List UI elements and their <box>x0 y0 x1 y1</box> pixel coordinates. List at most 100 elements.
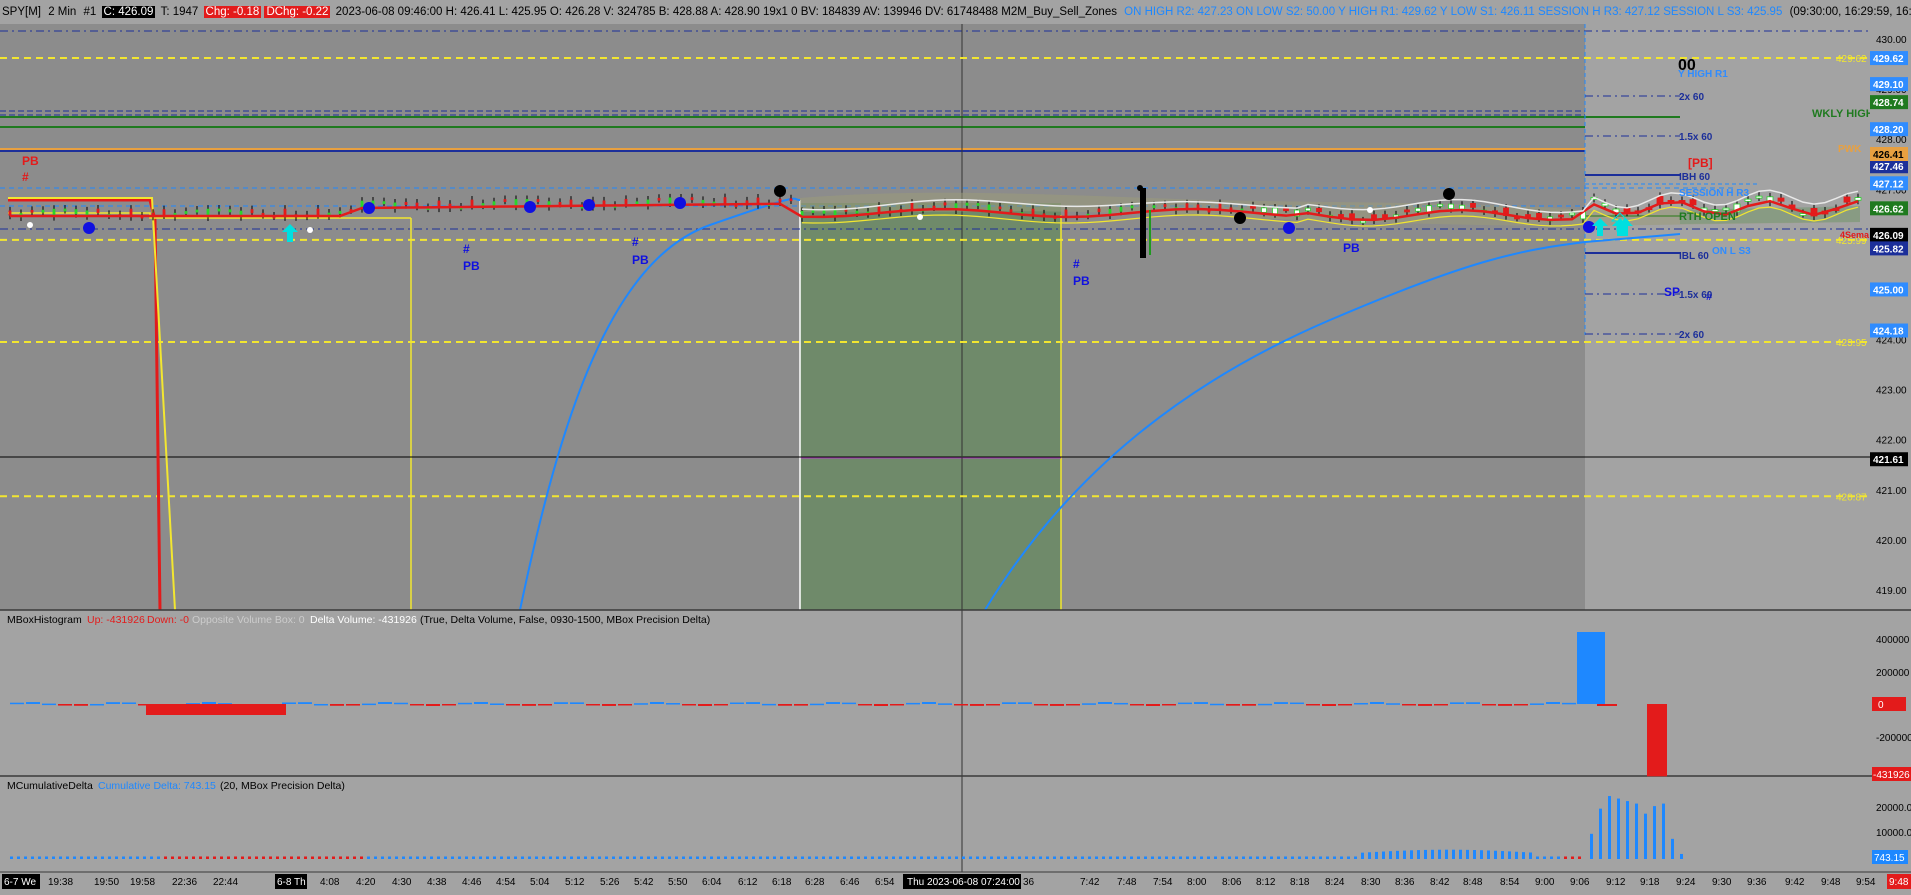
hist-bar <box>1178 702 1192 705</box>
hist-bar <box>10 702 24 705</box>
hist-bar <box>538 704 552 706</box>
cd-bar <box>143 856 146 859</box>
hist-bar <box>746 702 760 704</box>
ibl-label: IBL 60 <box>1679 251 1709 262</box>
time-label: 4:54 <box>496 877 516 888</box>
cd-bar <box>360 856 363 859</box>
candle-body <box>338 210 342 214</box>
hist-bar <box>1354 702 1368 705</box>
hist-bar <box>1370 701 1384 704</box>
cd-bar <box>52 856 55 859</box>
time-label: 4:20 <box>356 877 376 888</box>
histogram-up: Up: -431926 <box>87 614 145 626</box>
cd-bar <box>402 856 405 859</box>
time-label: 8:00 <box>1187 877 1207 888</box>
cd-bar <box>955 856 958 859</box>
hist-bar <box>1322 704 1336 706</box>
chart-canvas[interactable]: 429.62425.99423.95420.87 PB # # PB # PB … <box>0 0 1911 895</box>
cd-bar <box>297 856 300 859</box>
cd-bar <box>1326 856 1329 859</box>
wkly-high-label: WKLY HIGH <box>1812 108 1874 120</box>
cd-bar <box>192 856 195 859</box>
cd-bar <box>1039 856 1042 859</box>
cd-bar <box>185 856 188 859</box>
blue-dot <box>363 202 375 214</box>
cd-bar <box>738 856 741 859</box>
black-dot <box>1234 212 1246 224</box>
price-axis[interactable] <box>1870 24 1911 610</box>
candle-body <box>569 199 573 206</box>
blue-dot <box>583 199 595 211</box>
cd-bar <box>416 856 419 859</box>
white-dot <box>27 222 33 228</box>
hist-zero-tag-text: 0 <box>1878 700 1884 711</box>
pb-bracket-label: [PB] <box>1688 156 1713 170</box>
cursor-time-label: Thu 2023-06-08 07:24:00 <box>907 877 1020 888</box>
chart-window[interactable]: SPY[M] 2 Min #1 C: 426.09 T: 1947 Chg: -… <box>0 0 1911 895</box>
hist-bar <box>122 702 136 704</box>
cd-bar <box>115 856 118 859</box>
cd-bar <box>822 856 825 859</box>
cumdelta-params: (20, MBox Precision Delta) <box>220 780 345 792</box>
hist-bar <box>602 704 616 706</box>
cd-bar <box>850 856 853 859</box>
cd-bar <box>1284 856 1287 859</box>
cd-bar <box>395 856 398 859</box>
candle-body <box>1119 206 1123 212</box>
cd-bar <box>1480 850 1483 859</box>
blue-dot <box>1283 222 1295 234</box>
cd-bar <box>10 856 13 859</box>
candle-body <box>316 208 320 216</box>
cd-bar <box>731 856 734 859</box>
cd-value-tag-text: 743.15 <box>1874 853 1905 864</box>
hist-bar <box>346 704 360 706</box>
time-label: 5:26 <box>600 877 620 888</box>
time-label: 9:54 <box>1856 877 1876 888</box>
cd-bar <box>1494 850 1497 859</box>
hist-bar <box>714 704 728 706</box>
green-zone <box>800 203 1061 610</box>
candle-body <box>250 209 254 214</box>
hist-bar <box>378 702 392 704</box>
cd-bar <box>1102 856 1105 859</box>
hist-bar <box>1130 704 1144 706</box>
hist-bar <box>1194 702 1208 704</box>
candle-body <box>1744 198 1752 202</box>
pb-label: PB <box>1073 274 1090 288</box>
time-label: 19:58 <box>130 877 155 888</box>
cd-bar <box>1590 833 1593 859</box>
time-label: 6:54 <box>875 877 895 888</box>
cd-bar <box>703 856 706 859</box>
price-tag-text: 428.74 <box>1873 98 1904 109</box>
hist-bar <box>314 703 328 706</box>
time-label: 5:50 <box>668 877 688 888</box>
cd-bar <box>780 856 783 859</box>
yellow-level-label: 429.62 <box>1836 54 1867 65</box>
hist-bar <box>1587 697 1597 704</box>
cd-bar <box>1046 856 1049 859</box>
cd-bar <box>87 856 90 859</box>
candle-body <box>415 202 419 207</box>
cd-bar <box>668 856 671 859</box>
cumdelta-name: MCumulativeDelta <box>7 780 93 792</box>
cd-bar <box>626 856 629 859</box>
candle-body <box>1152 205 1156 209</box>
cd-bar <box>122 856 125 859</box>
cd-bar <box>1067 856 1070 859</box>
hist-bar <box>474 702 488 704</box>
cd-bar <box>346 856 349 859</box>
candle-body <box>1777 197 1785 202</box>
cd-bar <box>941 856 944 859</box>
cd-bar <box>1060 856 1063 859</box>
candle-body <box>1470 203 1476 208</box>
pwk-label: PWK <box>1838 144 1862 155</box>
candle-body <box>1404 209 1410 213</box>
cd-bar <box>633 856 636 859</box>
cd-bar <box>136 856 139 859</box>
candle-body <box>63 208 67 212</box>
cd-bar <box>1095 856 1098 859</box>
hist-value-tag-text: -431926 <box>1873 770 1910 781</box>
cd-bar <box>24 856 27 859</box>
time-label: 9:48 <box>1821 877 1841 888</box>
hist-bar <box>986 704 1000 706</box>
